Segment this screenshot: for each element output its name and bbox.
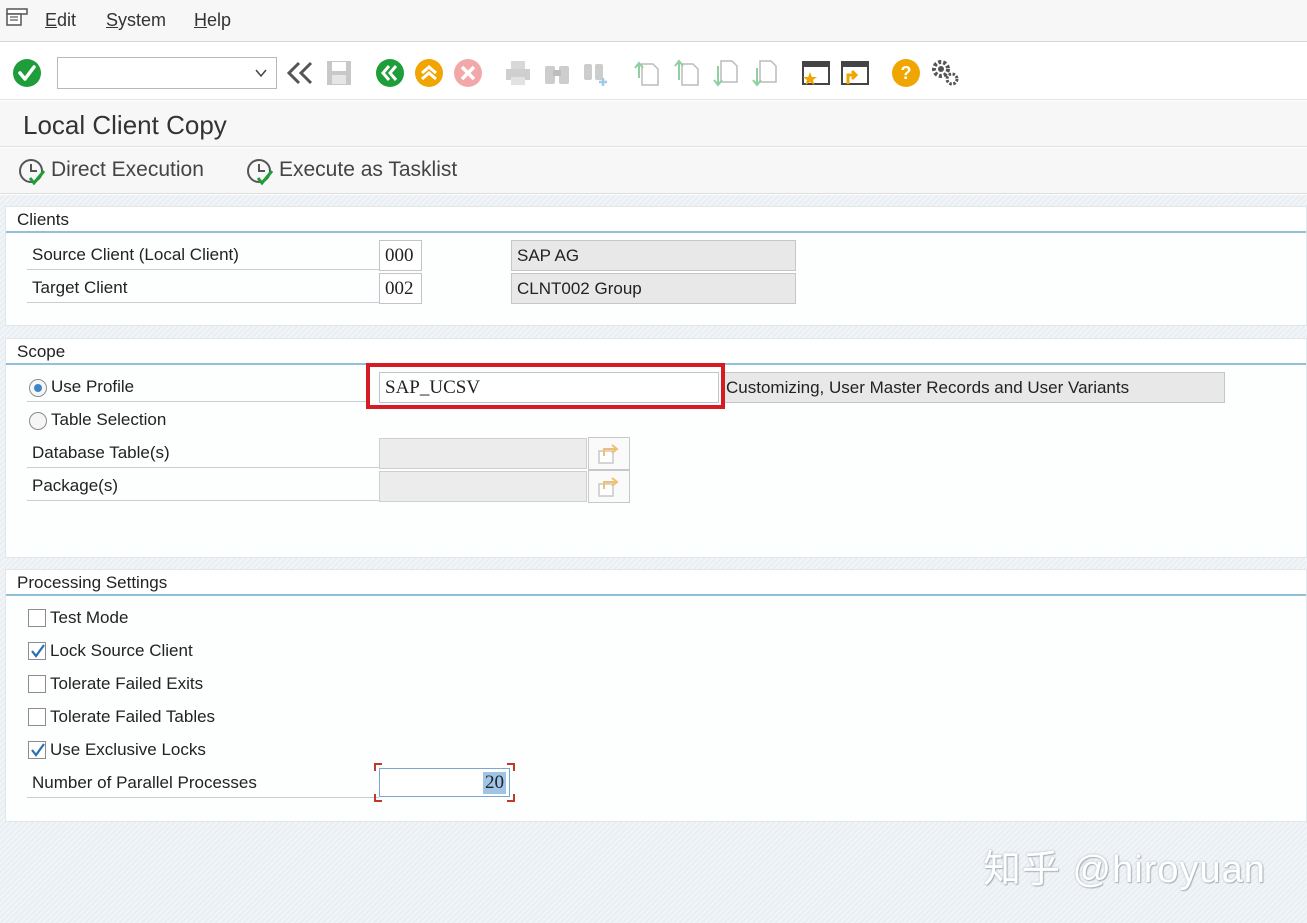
- menu-system[interactable]: System: [106, 10, 166, 31]
- execute-clock-icon: [19, 159, 46, 186]
- scope-heading: Scope: [17, 342, 66, 361]
- database-tables-input: [379, 438, 587, 469]
- table-selection-radio[interactable]: [29, 412, 47, 430]
- focus-corner: [507, 763, 515, 771]
- label-underline: [27, 467, 379, 468]
- next-page-icon[interactable]: [711, 58, 741, 88]
- database-tables-label: Database Table(s): [32, 443, 170, 462]
- clients-group-header: Clients: [6, 207, 1306, 233]
- menu-icon[interactable]: [6, 8, 28, 26]
- direct-execution-label: Direct Execution: [51, 158, 204, 181]
- checkmark-icon: [31, 743, 45, 757]
- use-profile-radio[interactable]: [29, 379, 47, 397]
- test-mode-label: Test Mode: [50, 608, 129, 627]
- shortcut-icon[interactable]: [840, 58, 870, 88]
- parallel-processes-input[interactable]: 20: [379, 768, 510, 797]
- help-icon[interactable]: ?: [891, 58, 921, 88]
- svg-text:?: ?: [901, 63, 912, 83]
- last-page-icon[interactable]: [750, 58, 780, 88]
- menu-bar: Edit System Help: [0, 0, 1307, 42]
- save-icon[interactable]: [324, 58, 354, 88]
- profile-description: Customizing, User Master Records and Use…: [721, 372, 1225, 403]
- use-exclusive-locks-checkbox[interactable]: [28, 741, 46, 759]
- chevron-down-icon[interactable]: [254, 66, 268, 80]
- profile-highlight-box: [366, 363, 725, 409]
- execute-as-tasklist-label: Execute as Tasklist: [279, 158, 458, 181]
- print-icon[interactable]: [503, 58, 533, 88]
- standard-toolbar: ?: [0, 43, 1307, 100]
- packages-input: [379, 471, 587, 502]
- label-underline: [27, 500, 379, 501]
- tolerate-failed-tables-label: Tolerate Failed Tables: [50, 707, 216, 726]
- command-field[interactable]: [57, 57, 277, 89]
- source-client-input[interactable]: 000: [379, 240, 422, 271]
- tolerate-failed-exits-checkbox[interactable]: [28, 675, 46, 693]
- exit-icon[interactable]: [414, 58, 444, 88]
- multiple-selection-icon: [598, 477, 619, 497]
- title-bar: Local Client Copy: [0, 101, 1307, 147]
- table-selection-label: Table Selection: [51, 410, 167, 429]
- previous-page-icon[interactable]: [672, 58, 702, 88]
- label-underline: [27, 797, 379, 798]
- processing-settings-group-header: Processing Settings: [6, 570, 1306, 596]
- focus-corner: [374, 763, 382, 771]
- back-icon[interactable]: [375, 58, 405, 88]
- multiple-selection-icon: [598, 444, 619, 464]
- lock-source-client-label: Lock Source Client: [50, 641, 193, 660]
- focus-corner: [507, 794, 515, 802]
- test-mode-checkbox[interactable]: [28, 609, 46, 627]
- clients-heading: Clients: [17, 210, 69, 229]
- checkmark-icon: [31, 644, 45, 658]
- tolerate-failed-tables-checkbox[interactable]: [28, 708, 46, 726]
- execute-clock-icon: [247, 159, 274, 186]
- cancel-icon[interactable]: [453, 58, 483, 88]
- back-double-icon[interactable]: [285, 58, 315, 88]
- watermark: 知乎 @hiroyuan: [983, 849, 1266, 891]
- settings-icon[interactable]: [930, 58, 960, 88]
- focus-corner: [374, 794, 382, 802]
- first-page-icon[interactable]: [632, 58, 662, 88]
- processing-settings-heading: Processing Settings: [17, 573, 168, 592]
- label-underline: [27, 269, 379, 270]
- target-client-description: CLNT002 Group: [511, 273, 796, 304]
- menu-help[interactable]: Help: [194, 10, 231, 31]
- source-client-label: Source Client (Local Client): [32, 245, 239, 264]
- target-client-label: Target Client: [32, 278, 128, 297]
- create-session-icon[interactable]: [801, 58, 831, 88]
- parallel-processes-value: 20: [483, 772, 506, 794]
- tolerate-failed-exits-label: Tolerate Failed Exits: [50, 674, 204, 693]
- scope-group-header: Scope: [6, 339, 1306, 365]
- target-client-input[interactable]: 002: [379, 273, 422, 304]
- enter-icon[interactable]: [12, 58, 42, 88]
- database-tables-multiselect-button[interactable]: [588, 437, 630, 470]
- find-icon[interactable]: [542, 58, 572, 88]
- label-underline: [27, 302, 379, 303]
- find-next-icon[interactable]: [581, 58, 611, 88]
- packages-multiselect-button[interactable]: [588, 470, 630, 503]
- use-exclusive-locks-label: Use Exclusive Locks: [50, 740, 206, 759]
- use-profile-label: Use Profile: [51, 377, 135, 396]
- packages-label: Package(s): [32, 476, 118, 495]
- source-client-description: SAP AG: [511, 240, 796, 271]
- label-underline: [27, 401, 367, 402]
- lock-source-client-checkbox[interactable]: [28, 642, 46, 660]
- page-title: Local Client Copy: [23, 110, 227, 140]
- execute-as-tasklist-button[interactable]: Execute as Tasklist: [246, 156, 476, 186]
- application-toolbar: Direct Execution Execute as Tasklist: [0, 148, 1307, 194]
- parallel-processes-label: Number of Parallel Processes: [32, 773, 257, 792]
- direct-execution-button[interactable]: Direct Execution: [18, 156, 218, 186]
- menu-edit[interactable]: Edit: [45, 10, 76, 31]
